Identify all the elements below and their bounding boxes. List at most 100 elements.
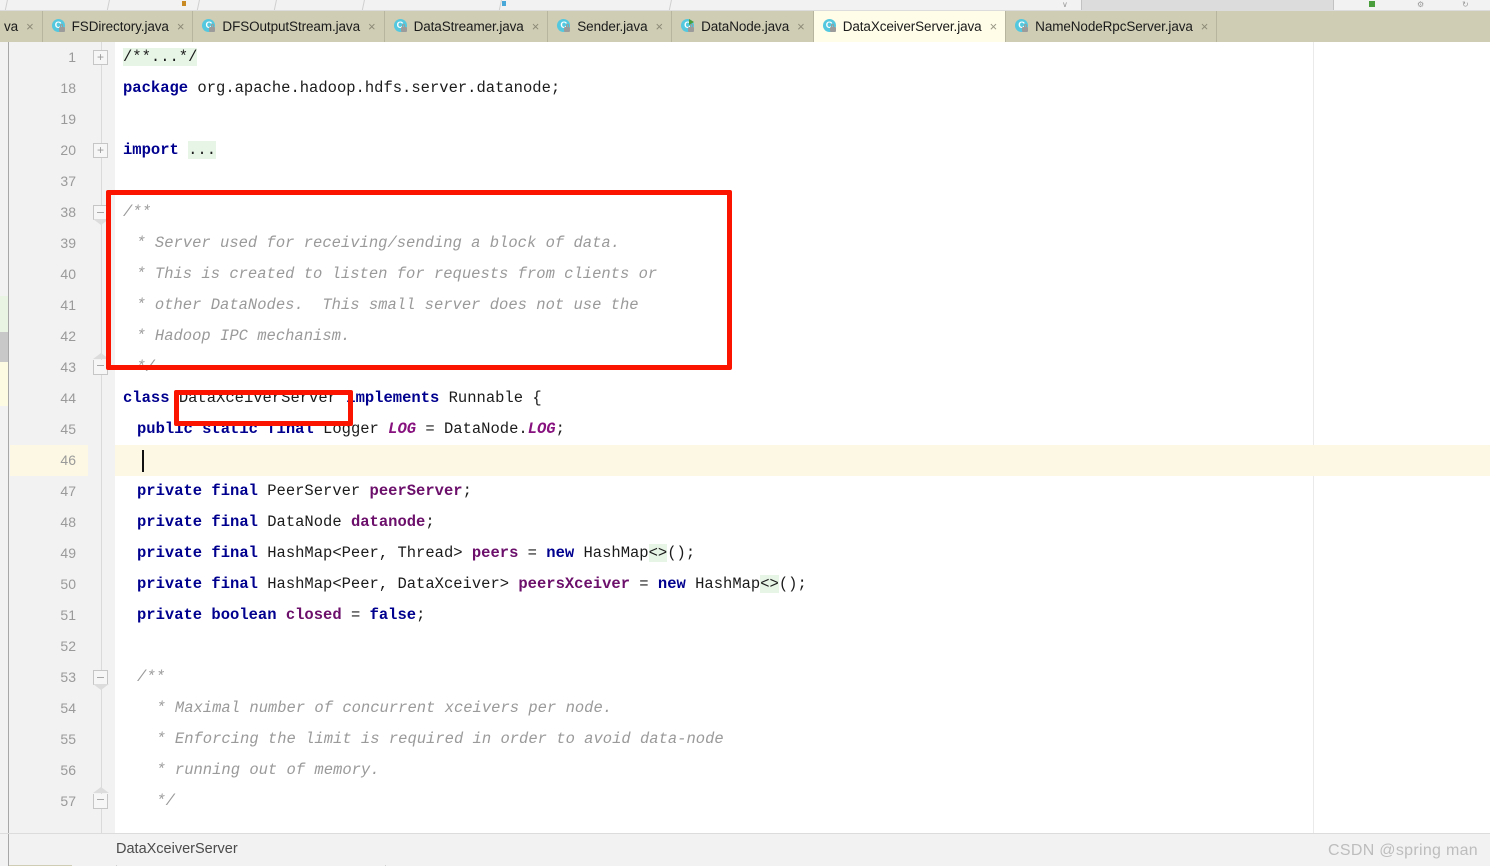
keyword-package: package	[123, 79, 189, 97]
editor-tab-sender[interactable]: C Sender.java ×	[548, 11, 673, 42]
run-button-icon[interactable]	[1369, 1, 1375, 7]
line-number: 53	[60, 669, 76, 685]
code-line[interactable]: private final PeerServer peerServer;	[115, 476, 1490, 507]
fold-expand-icon-line20[interactable]: +	[93, 143, 108, 158]
static-field-log-ref: LOG	[527, 420, 556, 438]
code-folding-gutter[interactable]: + +	[88, 42, 115, 833]
code-line[interactable]: /**	[115, 197, 1490, 228]
fold-collapse-icon-line53[interactable]	[93, 670, 109, 690]
code-line-caret[interactable]	[115, 445, 1490, 476]
folded-javadoc-placeholder[interactable]: /**...*/	[123, 48, 198, 66]
toolbar-separator	[273, 0, 278, 10]
fold-collapse-end-icon-line57[interactable]	[93, 787, 109, 809]
code-line[interactable]: * other DataNodes. This small server doe…	[115, 290, 1490, 321]
toolbar-separator	[196, 0, 201, 10]
type-hashmap: HashMap	[685, 575, 761, 593]
line-number: 37	[60, 173, 76, 189]
editor-tab-bar[interactable]: va × C FSDirectory.java × C DFSOutputStr…	[0, 11, 1490, 42]
editor-tab-fsdirectory[interactable]: C FSDirectory.java ×	[42, 11, 194, 42]
ide-window: ∨ ⚙ ↻ va × C FSDirectory.java × C DFSOut…	[0, 0, 1490, 866]
field-peersxceiver: peersXceiver	[518, 575, 630, 593]
close-icon[interactable]: ×	[797, 20, 805, 33]
code-line[interactable]: * Hadoop IPC mechanism.	[115, 321, 1490, 352]
close-icon[interactable]: ×	[656, 20, 664, 33]
editor-tab-datanode[interactable]: C DataNode.java ×	[672, 11, 814, 42]
code-line[interactable]: /**	[115, 662, 1490, 693]
line-number: 1	[68, 49, 76, 65]
line-number: 42	[60, 328, 76, 344]
caret-line-marker-yellow[interactable]	[0, 362, 8, 406]
close-icon[interactable]: ×	[26, 20, 34, 33]
code-line[interactable]: import ...	[115, 135, 1490, 166]
code-editor[interactable]: 1 18 19 20 37 38 39 40 41 42 43 44 45 46…	[10, 42, 1490, 833]
left-tool-strip[interactable]	[0, 42, 9, 833]
code-line[interactable]: * Maximal number of concurrent xceivers …	[115, 693, 1490, 724]
changed-lines-marker-green[interactable]	[0, 296, 8, 332]
code-line[interactable]: class DataXceiverServer implements Runna…	[115, 383, 1490, 414]
refresh-button-icon[interactable]: ↻	[1462, 0, 1469, 9]
line-number: 48	[60, 514, 76, 530]
line-number: 39	[60, 235, 76, 251]
code-line[interactable]: private boolean closed = false;	[115, 600, 1490, 631]
editor-tab-label: DFSOutputStream.java	[222, 19, 360, 34]
fold-expand-icon-line1[interactable]: +	[93, 50, 108, 65]
code-line[interactable]	[115, 631, 1490, 662]
code-line[interactable]: private final HashMap<Peer, Thread> peer…	[115, 538, 1490, 569]
selection-marker-gray[interactable]	[0, 332, 8, 362]
close-icon[interactable]: ×	[990, 20, 998, 33]
close-icon[interactable]: ×	[177, 20, 185, 33]
debug-button-icon[interactable]: ⚙	[1417, 0, 1424, 9]
code-line[interactable]	[115, 104, 1490, 135]
line-number: 56	[60, 762, 76, 778]
line-number: 19	[60, 111, 76, 127]
call-end: ();	[667, 544, 696, 562]
code-line[interactable]: * Server used for receiving/sending a bl…	[115, 228, 1490, 259]
type-name: PeerServer	[257, 482, 370, 500]
code-text-area[interactable]: /**...*/ package org.apache.hadoop.hdfs.…	[115, 42, 1490, 833]
close-icon[interactable]: ×	[368, 20, 376, 33]
line-number: 38	[60, 204, 76, 220]
line-number: 18	[60, 80, 76, 96]
close-icon[interactable]: ×	[1201, 20, 1209, 33]
java-class-icon: C	[1015, 19, 1030, 34]
breadcrumb-bar[interactable]: DataXceiverServer CSDN @spring man	[0, 833, 1490, 866]
close-icon[interactable]: ×	[532, 20, 540, 33]
code-line[interactable]: private final HashMap<Peer, DataXceiver>…	[115, 569, 1490, 600]
editor-tab-0[interactable]: va ×	[0, 11, 43, 42]
code-line[interactable]: public static final Logger LOG = DataNod…	[115, 414, 1490, 445]
run-configuration-selector[interactable]	[1081, 0, 1334, 10]
semicolon: ;	[555, 420, 565, 438]
editor-tab-dataxceiverserver[interactable]: C DataXceiverServer.java ×	[813, 11, 1007, 42]
modifiers: private final	[137, 482, 258, 500]
javadoc-text: * Server used for receiving/sending a bl…	[127, 234, 620, 252]
code-line[interactable]: */	[115, 786, 1490, 817]
editor-tab-namenoderpcserver[interactable]: C NameNodeRpcServer.java ×	[1006, 11, 1218, 42]
code-line[interactable]: * Enforcing the limit is required in ord…	[115, 724, 1490, 755]
editor-tab-label: DataNode.java	[701, 19, 790, 34]
static-field-log: LOG	[388, 420, 417, 438]
java-class-icon: C	[393, 19, 409, 34]
line-number: 41	[60, 297, 76, 313]
editor-tab-datastreamer[interactable]: C DataStreamer.java ×	[384, 11, 549, 42]
keyword-implements: implements	[346, 389, 440, 407]
code-line[interactable]: /**...*/	[115, 42, 1490, 73]
text-caret	[142, 450, 144, 472]
code-line[interactable]: package org.apache.hadoop.hdfs.server.da…	[115, 73, 1490, 104]
modifiers: private final	[137, 575, 258, 593]
fold-collapse-icon-line38[interactable]	[93, 205, 109, 225]
type-logger: Logger	[313, 420, 389, 438]
code-line[interactable]: private final DataNode datanode;	[115, 507, 1490, 538]
run-config-chevron-icon[interactable]: ∨	[1062, 0, 1068, 9]
code-line[interactable]: * running out of memory.	[115, 755, 1490, 786]
code-line[interactable]: */	[115, 352, 1490, 383]
line-number-gutter[interactable]: 1 18 19 20 37 38 39 40 41 42 43 44 45 46…	[10, 42, 88, 833]
folded-imports-placeholder[interactable]: ...	[188, 141, 217, 159]
editor-tab-dfsoutputstream[interactable]: C DFSOutputStream.java ×	[193, 11, 385, 42]
line-number: 55	[60, 731, 76, 747]
fold-collapse-end-icon-line43[interactable]	[93, 353, 109, 375]
line-number: 40	[60, 266, 76, 282]
code-line[interactable]	[115, 166, 1490, 197]
code-line[interactable]: * This is created to listen for requests…	[115, 259, 1490, 290]
line-number: 49	[60, 545, 76, 561]
breadcrumb-class[interactable]: DataXceiverServer	[116, 834, 238, 866]
